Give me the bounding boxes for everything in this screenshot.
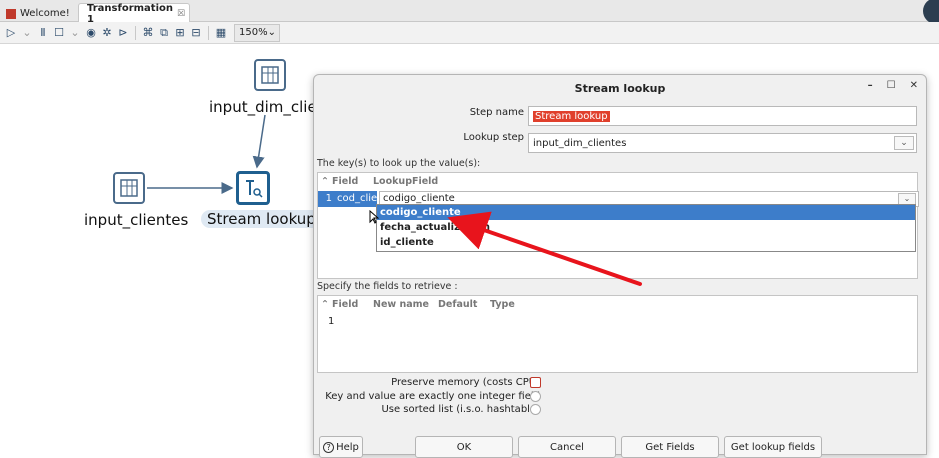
close-icon[interactable]: ✕ [910,80,918,91]
column-header-new-name[interactable]: New name [373,299,438,310]
pause-icon[interactable]: Ⅱ [36,25,50,41]
retrieve-table: ⌃ Field New name Default Type 1 [317,295,918,373]
keys-table-header: ⌃ Field LookupField [318,173,917,189]
run-icon[interactable]: ▷ [4,25,18,41]
maximize-icon[interactable]: ☐ [887,80,896,91]
explore-db-icon[interactable]: ⊟ [189,25,203,41]
preview-icon[interactable]: ◉ [84,25,98,41]
lookup-step-value: input_dim_clientes [533,137,627,149]
keys-section-label: The key(s) to look up the value(s): [317,158,481,169]
tab-welcome-label: Welcome! [20,8,70,19]
dialog-title: Stream lookup [574,81,666,95]
row-number: 1 [328,316,335,327]
dropdown-option[interactable]: codigo_cliente [377,205,915,220]
debug-icon[interactable]: ✲ [100,25,114,41]
lookup-step-select[interactable]: input_dim_clientes ⌄ [528,133,917,153]
step-name-value: Stream lookup [533,110,610,122]
zoom-select[interactable]: 150% ⌄ [234,23,280,42]
retrieve-section-label: Specify the fields to retrieve : [317,281,458,292]
avatar [923,0,939,24]
minimize-icon[interactable]: – [868,80,873,91]
impact-icon[interactable]: ⧉ [157,25,171,41]
column-header-default[interactable]: Default [438,299,490,310]
lookup-field-value: codigo_cliente [383,193,455,204]
get-fields-button-label: Get Fields [645,441,695,453]
ok-button-label: OK [456,441,472,453]
step-label-stream-lookup[interactable]: Stream lookup [201,210,322,228]
grid-icon[interactable]: ▦ [214,25,228,41]
table-row[interactable]: 1 cod_clie [318,191,377,207]
chevron-down-icon[interactable]: ⌄ [894,136,914,150]
sort-indicator-icon: ⌃ [321,175,329,187]
editor-tab-bar: Welcome! Transformation 1 ☒ [0,0,939,25]
dialog-title-bar: Stream lookup – ☐ ✕ [314,75,926,101]
zoom-value: 150% [239,27,268,38]
single-integer-label: Key and value are exactly one integer fi… [325,391,540,402]
help-button-label: Help [336,441,359,453]
step-name-label: Step name [469,107,524,118]
dropdown-option[interactable]: fecha_actualizacion [377,220,915,235]
step-name-input[interactable]: Stream lookup [528,106,917,126]
chevron-down-icon: ⌄ [267,27,276,38]
lookup-step-label: Lookup step [463,132,524,143]
stop-options-chevron-icon[interactable]: ⌄ [68,25,82,41]
close-tab-icon[interactable]: ☒ [177,9,185,19]
sorted-list-checkbox[interactable] [530,404,541,415]
column-header-field[interactable]: Field [332,299,373,310]
hop-dim-to-lookup [252,114,266,169]
column-header-field[interactable]: Field [332,176,373,187]
stop-icon[interactable]: ☐ [52,25,66,41]
stream-lookup-step-icon[interactable] [236,171,270,205]
replay-icon[interactable]: ⊳ [116,25,130,41]
toolbar-divider [208,25,209,40]
sorted-list-label: Use sorted list (i.s.o. hashtable) [381,404,540,415]
column-header-lookupfield[interactable]: LookupField [373,176,438,187]
tab-welcome[interactable]: Welcome! [2,3,76,22]
run-options-chevron-icon[interactable]: ⌄ [20,25,34,41]
transformation-toolbar: ▷ ⌄ Ⅱ ☐ ⌄ ◉ ✲ ⊳ ⌘ ⧉ ⊞ ⊟ ▦ 150% ⌄ [0,22,939,44]
help-icon: ? [323,441,335,453]
spoon-icon [6,8,16,19]
preserve-memory-label: Preserve memory (costs CPU) [391,377,540,388]
sort-indicator-icon: ⌃ [321,298,329,310]
row-number: 1 [318,191,334,207]
verify-icon[interactable]: ⌘ [141,25,155,41]
retrieve-table-header: ⌃ Field New name Default Type [318,296,917,312]
single-integer-checkbox[interactable] [530,391,541,402]
lookup-field-dropdown-list: codigo_cliente fecha_actualizacion id_cl… [376,204,916,252]
dropdown-option[interactable]: id_cliente [377,235,915,250]
cancel-button-label: Cancel [550,441,584,453]
column-header-type[interactable]: Type [490,299,515,310]
toolbar-divider [135,25,136,40]
get-lookup-fields-button-label: Get lookup fields [730,441,816,453]
tab-transformation-1[interactable]: Transformation 1 ☒ [78,3,190,25]
preserve-memory-checkbox[interactable] [530,377,541,388]
field-cell[interactable]: cod_clie [334,191,377,207]
mouse-pointer-icon [369,210,379,224]
step-label-input-clientes[interactable]: input_clientes [84,211,188,229]
table-input-step-icon[interactable] [113,172,145,204]
stream-lookup-dialog: Stream lookup – ☐ ✕ Step name Stream loo… [313,74,927,458]
table-input-step-icon[interactable] [254,59,286,91]
sql-icon[interactable]: ⊞ [173,25,187,41]
